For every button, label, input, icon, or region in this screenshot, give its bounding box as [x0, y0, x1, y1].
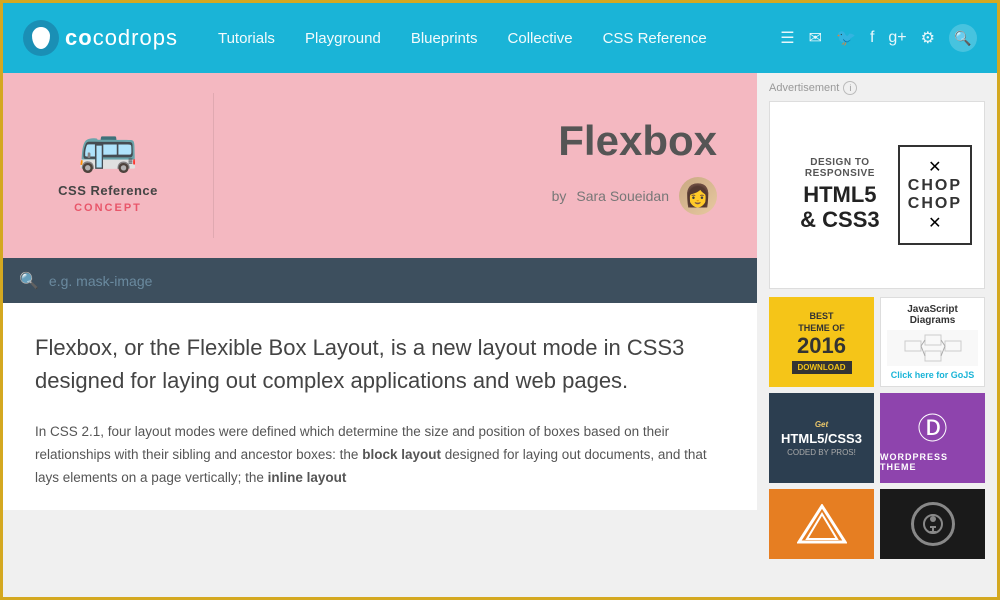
ad-css3-title: & CSS3	[782, 207, 898, 233]
wp-text: WORDPRESS THEME	[880, 452, 985, 472]
nav-css-reference[interactable]: CSS Reference	[603, 30, 707, 47]
logo[interactable]: cocodrops	[23, 20, 178, 56]
chop-top-symbol: ✕	[908, 157, 962, 177]
author-name: Sara Soueidan	[576, 188, 669, 204]
ad-grid-3	[769, 489, 985, 559]
ad-orange[interactable]	[769, 489, 874, 559]
badge-subtitle: CONCEPT	[74, 202, 142, 214]
resp-get: Get	[815, 420, 828, 429]
ad-responsive-html5[interactable]: Get HTML5/CSS3 CODED BY PROS!	[769, 393, 874, 483]
chop-title: CHOP	[908, 177, 962, 195]
bold-block-layout: block layout	[362, 447, 441, 462]
facebook-icon[interactable]: f	[870, 29, 874, 47]
search-bar-icon: 🔍	[19, 271, 39, 291]
ad-gojs[interactable]: JavaScript Diagrams Cl	[880, 297, 985, 387]
badge-title: CSS Reference	[58, 183, 158, 198]
logo-text: cocodrops	[65, 25, 178, 51]
main-nav: Tutorials Playground Blueprints Collecti…	[218, 30, 780, 47]
ad-info-icon[interactable]: i	[843, 81, 857, 95]
sidebar: Advertisement i DESIGN TO RESPONSIVE HTM…	[757, 73, 997, 600]
hero-author: by Sara Soueidan 👩	[552, 177, 717, 215]
ad-html5-title: HTML5	[782, 183, 898, 207]
best-label: BEST	[809, 311, 833, 321]
email-icon[interactable]: ✉	[809, 28, 822, 48]
hero-banner: 🚌 CSS Reference CONCEPT Flexbox by Sara …	[3, 73, 757, 258]
main-content: 🚌 CSS Reference CONCEPT Flexbox by Sara …	[3, 73, 997, 600]
search-input[interactable]	[49, 273, 741, 289]
gojs-link[interactable]: Click here for GoJS	[891, 370, 975, 380]
nav-tutorials[interactable]: Tutorials	[218, 30, 275, 47]
bus-icon: 🚌	[78, 118, 138, 175]
chop-subtitle: CHOP	[908, 195, 962, 213]
twitter-icon[interactable]: 🐦	[836, 28, 856, 48]
avatar: 👩	[679, 177, 717, 215]
nav-blueprints[interactable]: Blueprints	[411, 30, 478, 47]
resp-sub: CODED BY PROS!	[787, 448, 856, 457]
logo-icon	[23, 20, 59, 56]
ad-dark[interactable]	[880, 489, 985, 559]
ad-label: Advertisement i	[769, 81, 985, 95]
hero-right: Flexbox by Sara Soueidan 👩	[214, 73, 757, 258]
ad-html5-left: DESIGN TO RESPONSIVE HTML5 & CSS3	[782, 157, 898, 233]
gojs-title: JavaScript Diagrams	[887, 304, 978, 326]
github-icon[interactable]: ⚙	[921, 28, 935, 48]
resp-title: HTML5/CSS3	[781, 431, 862, 446]
nav-playground[interactable]: Playground	[305, 30, 381, 47]
header-search-icon[interactable]: 🔍	[949, 24, 977, 52]
content-area: 🚌 CSS Reference CONCEPT Flexbox by Sara …	[3, 73, 757, 600]
article-body: In CSS 2.1, four layout modes were defin…	[35, 421, 725, 490]
ad-design-text: DESIGN TO RESPONSIVE	[782, 157, 898, 179]
header-icons: ☰ ✉ 🐦 f g+ ⚙ 🔍	[780, 24, 977, 52]
hero-left: 🚌 CSS Reference CONCEPT	[3, 73, 213, 258]
year-label: 2016	[797, 335, 846, 357]
article-content: Flexbox, or the Flexible Box Layout, is …	[3, 303, 757, 510]
bold-inline-layout: inline layout	[268, 470, 347, 485]
ad-wordpress-theme[interactable]: Ⓓ WORDPRESS THEME	[880, 393, 985, 483]
theme-of-label: THEME OF	[798, 323, 845, 333]
ad-grid-2: Get HTML5/CSS3 CODED BY PROS! Ⓓ WORDPRES…	[769, 393, 985, 483]
header: cocodrops Tutorials Playground Blueprint…	[3, 3, 997, 73]
download-label: DOWNLOAD	[792, 361, 852, 374]
search-bar: 🔍	[3, 258, 757, 303]
ad-chopchop: ✕ CHOP CHOP ✕	[898, 145, 972, 245]
article-intro: Flexbox, or the Flexible Box Layout, is …	[35, 331, 725, 397]
ad-grid-1: BEST THEME OF 2016 DOWNLOAD JavaScript D…	[769, 297, 985, 387]
ad-best2016[interactable]: BEST THEME OF 2016 DOWNLOAD	[769, 297, 874, 387]
author-by: by	[552, 188, 567, 204]
ad-dark-circle-icon	[911, 502, 955, 546]
wp-icon: Ⓓ	[918, 404, 948, 448]
chop-bottom-symbol: ✕	[908, 213, 962, 233]
gojs-diagram	[887, 330, 978, 366]
google-plus-icon[interactable]: g+	[888, 29, 906, 47]
rss-icon[interactable]: ☰	[780, 28, 794, 48]
ad-main-banner[interactable]: DESIGN TO RESPONSIVE HTML5 & CSS3 ✕ CHOP…	[769, 101, 985, 289]
nav-collective[interactable]: Collective	[508, 30, 573, 47]
article-title: Flexbox	[558, 117, 717, 165]
